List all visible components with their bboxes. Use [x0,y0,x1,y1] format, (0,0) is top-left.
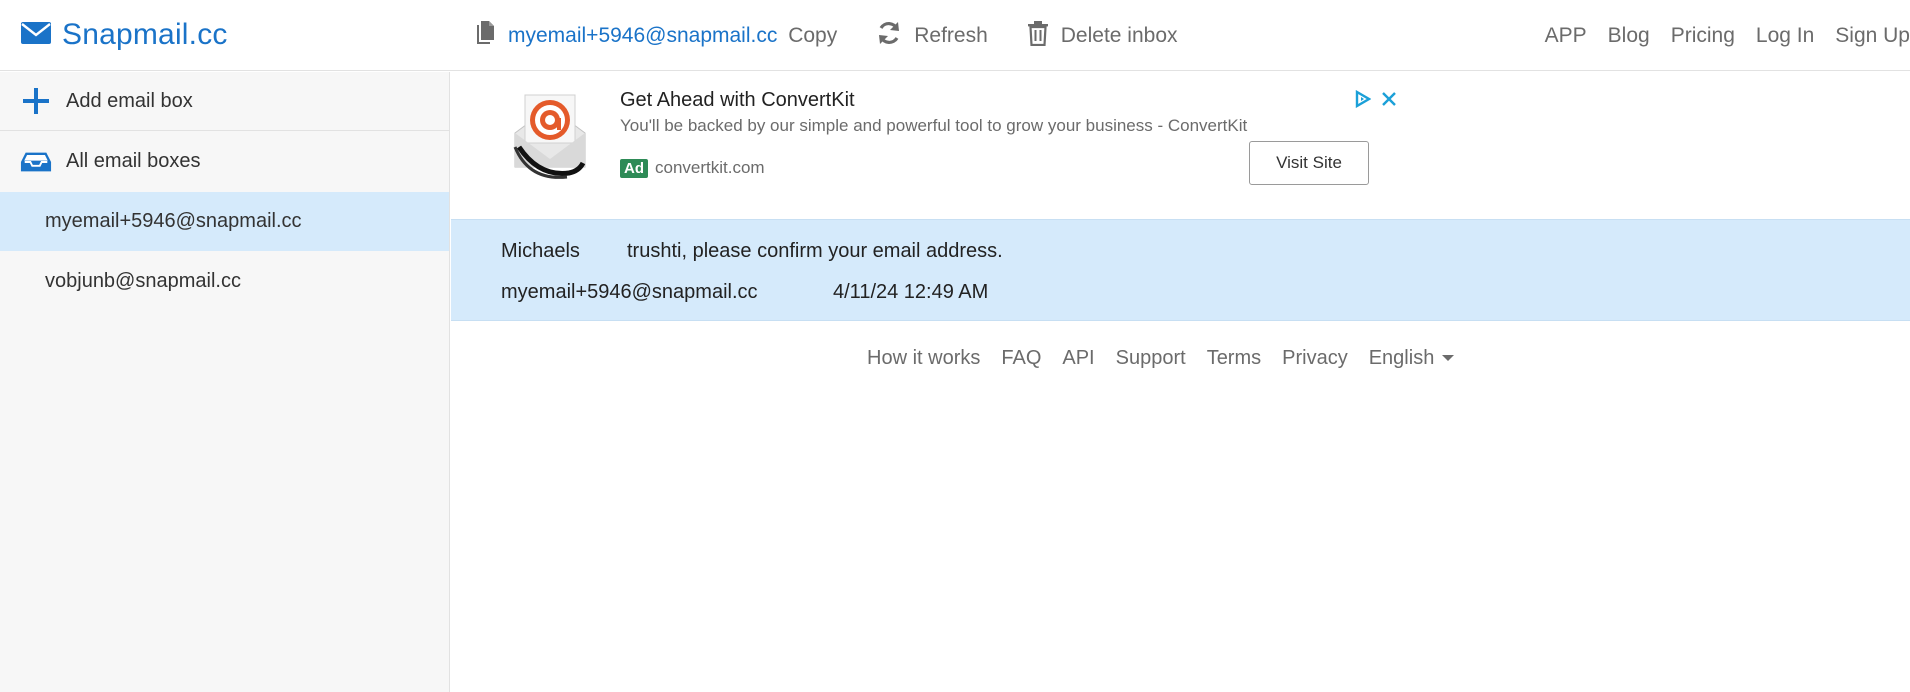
visit-site-button[interactable]: Visit Site [1249,141,1369,185]
current-email-address: myemail+5946@snapmail.cc [508,24,778,47]
close-ad-icon[interactable] [1381,91,1397,112]
footer-link-how-it-works[interactable]: How it works [867,347,980,370]
mailbox-address: vobjunb@snapmail.cc [45,270,241,292]
sidebar-item-mailbox[interactable]: myemail+5946@snapmail.cc [0,192,449,251]
ad-badge: Ad [620,159,648,178]
inbox-tray-icon [20,146,52,178]
sidebar: Add email box All email boxes myemail+59… [0,72,450,692]
ad-title[interactable]: Get Ahead with ConvertKit [620,89,855,112]
message-row[interactable]: Michaels trushti, please confirm your em… [451,219,1910,321]
footer-link-faq[interactable]: FAQ [1001,347,1041,370]
nav-link-signup[interactable]: Sign Up [1835,24,1910,48]
footer-link-terms[interactable]: Terms [1207,347,1261,370]
email-at-icon [509,87,591,181]
footer-link-support[interactable]: Support [1116,347,1186,370]
footer-link-privacy[interactable]: Privacy [1282,347,1348,370]
chevron-down-icon [1442,355,1455,362]
message-date: 4/11/24 12:49 AM [833,281,989,303]
delete-inbox-label: Delete inbox [1060,24,1178,47]
delete-inbox-button[interactable]: Delete inbox [1027,20,1178,52]
ad-domain[interactable]: convertkit.com [655,158,765,178]
ad-banner[interactable]: Get Ahead with ConvertKit You'll be back… [451,72,1910,219]
ad-description: You'll be backed by our simple and power… [620,116,1248,135]
copy-label: Copy [788,24,838,47]
footer-links: How it works FAQ API Support Terms Priva… [867,344,1455,372]
nav-link-login[interactable]: Log In [1756,24,1814,48]
language-label: English [1368,346,1435,369]
brand-name: Snapmail.cc [62,18,228,51]
sidebar-item-all-email-boxes[interactable]: All email boxes [0,132,449,191]
nav-link-app[interactable]: APP [1545,24,1587,48]
message-subject: trushti, please confirm your email addre… [627,240,1003,262]
add-email-box-label: Add email box [66,89,193,112]
mailbox-address: myemail+5946@snapmail.cc [45,210,302,232]
message-recipient: myemail+5946@snapmail.cc [501,281,758,303]
inbox-toolbar: myemail+5946@snapmail.cc Copy Refresh De… [474,18,1178,54]
copy-icon [474,20,496,52]
refresh-button[interactable]: Refresh [876,20,988,52]
top-nav: APP Blog Pricing Log In Sign Up [1545,18,1910,54]
ad-choices-icon[interactable] [1355,89,1372,113]
add-email-box-button[interactable]: Add email box [0,72,449,131]
language-selector[interactable]: English [1369,347,1455,370]
top-header: Snapmail.cc myemail+5946@snapmail.cc Cop… [0,0,1910,71]
ad-controls [1355,89,1397,113]
brand-logo-link[interactable]: Snapmail.cc [20,14,228,56]
footer-link-api[interactable]: API [1062,347,1094,370]
refresh-label: Refresh [914,24,988,47]
trash-icon [1027,20,1049,52]
nav-link-blog[interactable]: Blog [1608,24,1650,48]
all-email-boxes-label: All email boxes [66,150,201,172]
refresh-icon [876,20,902,52]
plus-icon [20,85,52,117]
envelope-icon [20,21,52,50]
message-sender: Michaels [501,240,580,262]
nav-link-pricing[interactable]: Pricing [1671,24,1735,48]
sidebar-item-mailbox[interactable]: vobjunb@snapmail.cc [0,252,449,311]
copy-email-button[interactable]: myemail+5946@snapmail.cc Copy [474,20,837,52]
